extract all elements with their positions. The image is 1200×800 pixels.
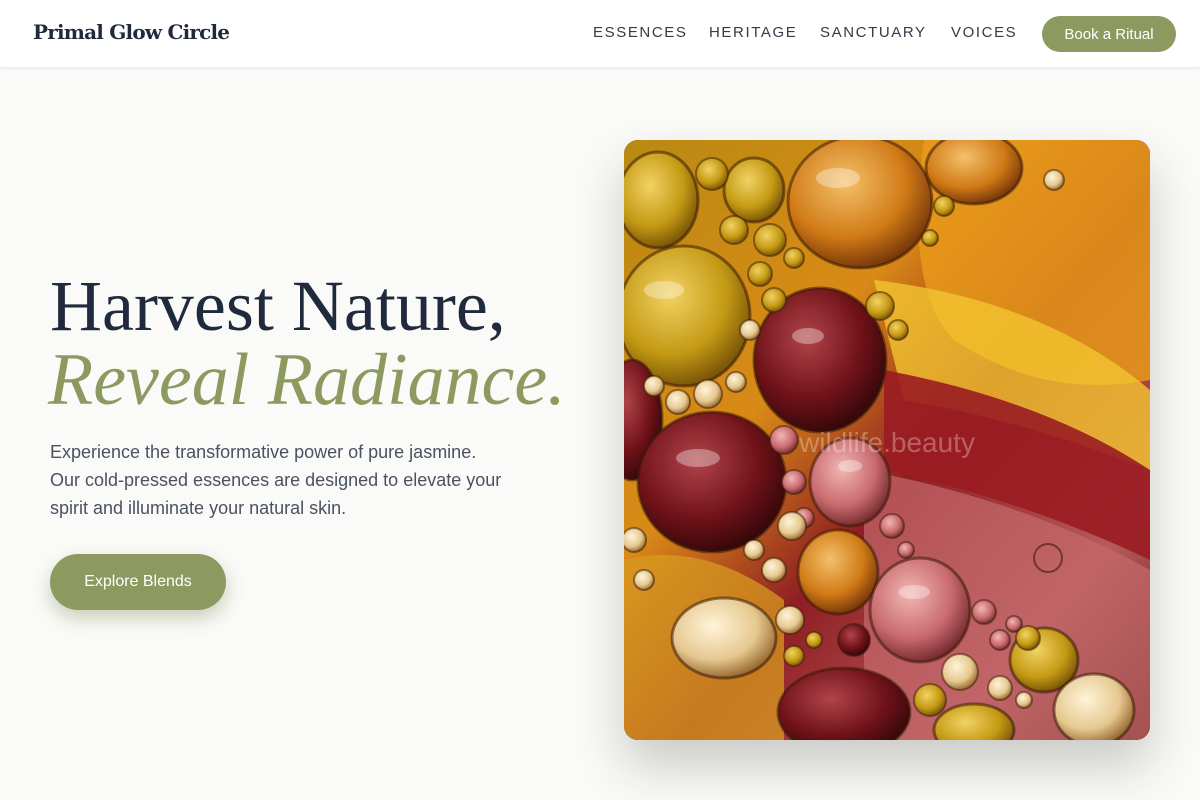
nav-link-essences[interactable]: ESSENCES xyxy=(593,24,688,41)
hero-accent-title: Reveal Radiance. xyxy=(48,339,566,421)
oil-bubbles-illustration: wildlife.beauty xyxy=(624,140,1150,740)
image-watermark: wildlife.beauty xyxy=(798,427,975,458)
site-header: Primal Glow Circle ESSENCES HERITAGE SAN… xyxy=(0,0,1200,68)
explore-blends-button[interactable]: Explore Blends xyxy=(50,554,226,610)
book-ritual-button[interactable]: Book a Ritual xyxy=(1042,16,1176,52)
nav-link-voices[interactable]: VOICES xyxy=(951,24,1017,41)
hero-image: wildlife.beauty xyxy=(624,140,1150,740)
brand-logo[interactable]: Primal Glow Circle xyxy=(33,20,230,44)
hero-title: Harvest Nature, xyxy=(50,266,506,346)
hero-description: Experience the transformative power of p… xyxy=(50,442,502,518)
nav-link-sanctuary[interactable]: SANCTUARY xyxy=(820,24,927,41)
nav-link-heritage[interactable]: HERITAGE xyxy=(709,24,797,41)
